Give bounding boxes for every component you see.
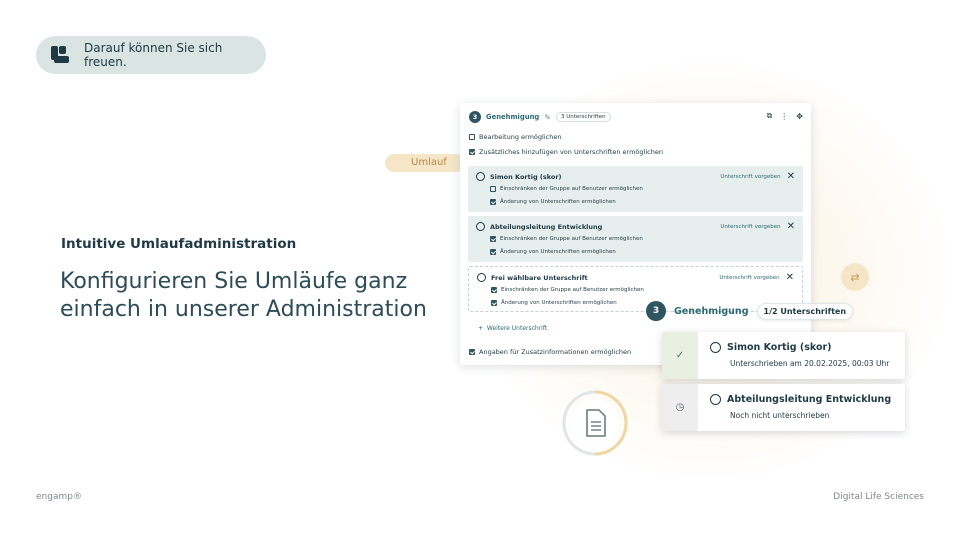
step-number: 3 bbox=[469, 111, 481, 123]
change-label: Änderung von Unterschriften ermöglichen bbox=[501, 300, 617, 306]
approval-header: 3 Genehmigung 1/2 Unterschriften bbox=[646, 301, 854, 321]
close-icon[interactable]: ✕ bbox=[786, 272, 794, 283]
subline: Konfigurieren Sie Umläufe ganz einfach i… bbox=[60, 269, 427, 322]
add-signature-label: Weitere Unterschrift bbox=[486, 325, 548, 332]
option-edit[interactable]: Bearbeitung ermöglichen bbox=[469, 133, 561, 141]
checkbox-info[interactable] bbox=[469, 349, 475, 355]
signature-count-badge: 3 Unterschriften bbox=[556, 112, 611, 122]
move-icon[interactable]: ✥ bbox=[796, 112, 803, 121]
more-icon[interactable]: ⋮ bbox=[780, 112, 788, 121]
info-icon bbox=[477, 273, 486, 282]
signature-action[interactable]: Unterschrift vorgeben bbox=[719, 275, 779, 281]
checkbox-restrict[interactable] bbox=[491, 287, 497, 293]
logo-icon bbox=[50, 45, 72, 65]
group-department: Abteilungsleitung Entwicklung Unterschri… bbox=[468, 216, 803, 262]
checkbox-restrict[interactable] bbox=[490, 236, 496, 242]
footer-tagline: Digital Life Sciences bbox=[833, 492, 924, 502]
add-signature-button[interactable]: + Weitere Unterschrift bbox=[478, 325, 547, 332]
change-label: Änderung von Unterschriften ermöglichen bbox=[500, 199, 616, 205]
group-name: Abteilungsleitung Entwicklung bbox=[490, 222, 603, 231]
user-icon bbox=[476, 172, 485, 181]
change-label: Änderung von Unterschriften ermöglichen bbox=[500, 249, 616, 255]
option-add[interactable]: Zusätzliches hinzufügen von Unterschrift… bbox=[469, 148, 663, 156]
group-simon: Simon Kortig (skor) Unterschrift vorgebe… bbox=[468, 166, 803, 212]
close-icon[interactable]: ✕ bbox=[787, 221, 795, 232]
headline: Intuitive Umlaufadministration bbox=[61, 236, 297, 252]
option-add-label: Zusätzliches hinzufügen von Unterschrift… bbox=[479, 148, 663, 156]
intro-pill-text: Darauf können Sie sich freuen. bbox=[84, 41, 223, 69]
signature-action[interactable]: Unterschrift vorgeben bbox=[720, 224, 780, 230]
group-icon bbox=[476, 222, 485, 231]
signer-name: Simon Kortig (skor) bbox=[727, 342, 832, 353]
plus-icon: + bbox=[478, 325, 484, 332]
checkbox-change[interactable] bbox=[491, 300, 497, 306]
signature-action[interactable]: Unterschrift vorgeben bbox=[720, 174, 780, 180]
option-info[interactable]: Angaben für Zusatzinformationen ermöglic… bbox=[469, 348, 631, 356]
group-name: Simon Kortig (skor) bbox=[490, 172, 562, 181]
option-edit-label: Bearbeitung ermöglichen bbox=[479, 133, 562, 141]
checkbox-change[interactable] bbox=[490, 249, 496, 255]
intro-pill: Darauf können Sie sich freuen. bbox=[36, 36, 266, 74]
option-info-label: Angaben für Zusatzinformationen ermöglic… bbox=[479, 348, 632, 356]
signer-card-simon[interactable]: ✓ Simon Kortig (skor) Unterschrieben am … bbox=[662, 332, 905, 379]
restrict-label: Einschränken der Gruppe auf Benutzer erm… bbox=[500, 236, 643, 242]
checkbox-add[interactable] bbox=[469, 149, 475, 155]
signer-card-department[interactable]: ◷ Abteilungsleitung Entwicklung Noch nic… bbox=[662, 384, 905, 431]
workflow-icon: ⇄ bbox=[841, 263, 869, 291]
signer-name: Abteilungsleitung Entwicklung bbox=[727, 394, 892, 405]
footer-brand: engamp® bbox=[36, 492, 82, 502]
approval-count-badge: 1/2 Unterschriften bbox=[756, 302, 854, 320]
checkbox-edit[interactable] bbox=[469, 134, 475, 140]
card-title: Genehmigung bbox=[486, 113, 540, 121]
close-icon[interactable]: ✕ bbox=[787, 171, 795, 182]
signer-status: Unterschrieben am 20.02.2025, 00:03 Uhr bbox=[730, 359, 890, 368]
restrict-label: Einschränken der Gruppe auf Benutzer erm… bbox=[500, 186, 643, 192]
checkbox-change[interactable] bbox=[490, 199, 496, 205]
clock-icon: ◷ bbox=[662, 384, 698, 431]
group-name: Frei wählbare Unterschrift bbox=[491, 273, 588, 282]
check-icon: ✓ bbox=[662, 332, 698, 379]
user-icon bbox=[710, 342, 721, 353]
pencil-icon[interactable]: ✎ bbox=[544, 113, 551, 122]
copy-icon[interactable]: ⧉ bbox=[767, 111, 773, 121]
approval-step-number: 3 bbox=[646, 301, 666, 321]
checkbox-restrict[interactable] bbox=[490, 186, 496, 192]
approval-title: Genehmigung bbox=[674, 305, 749, 317]
umlauf-tag: Umlauf bbox=[385, 154, 465, 172]
group-icon bbox=[710, 394, 721, 405]
document-progress-ring bbox=[562, 390, 628, 456]
signer-status: Noch nicht unterschrieben bbox=[730, 411, 830, 420]
config-card: 3 Genehmigung ✎ 3 Unterschriften ⧉ ⋮ ✥ B… bbox=[460, 103, 811, 365]
restrict-label: Einschränken der Gruppe auf Benutzer erm… bbox=[501, 287, 644, 293]
